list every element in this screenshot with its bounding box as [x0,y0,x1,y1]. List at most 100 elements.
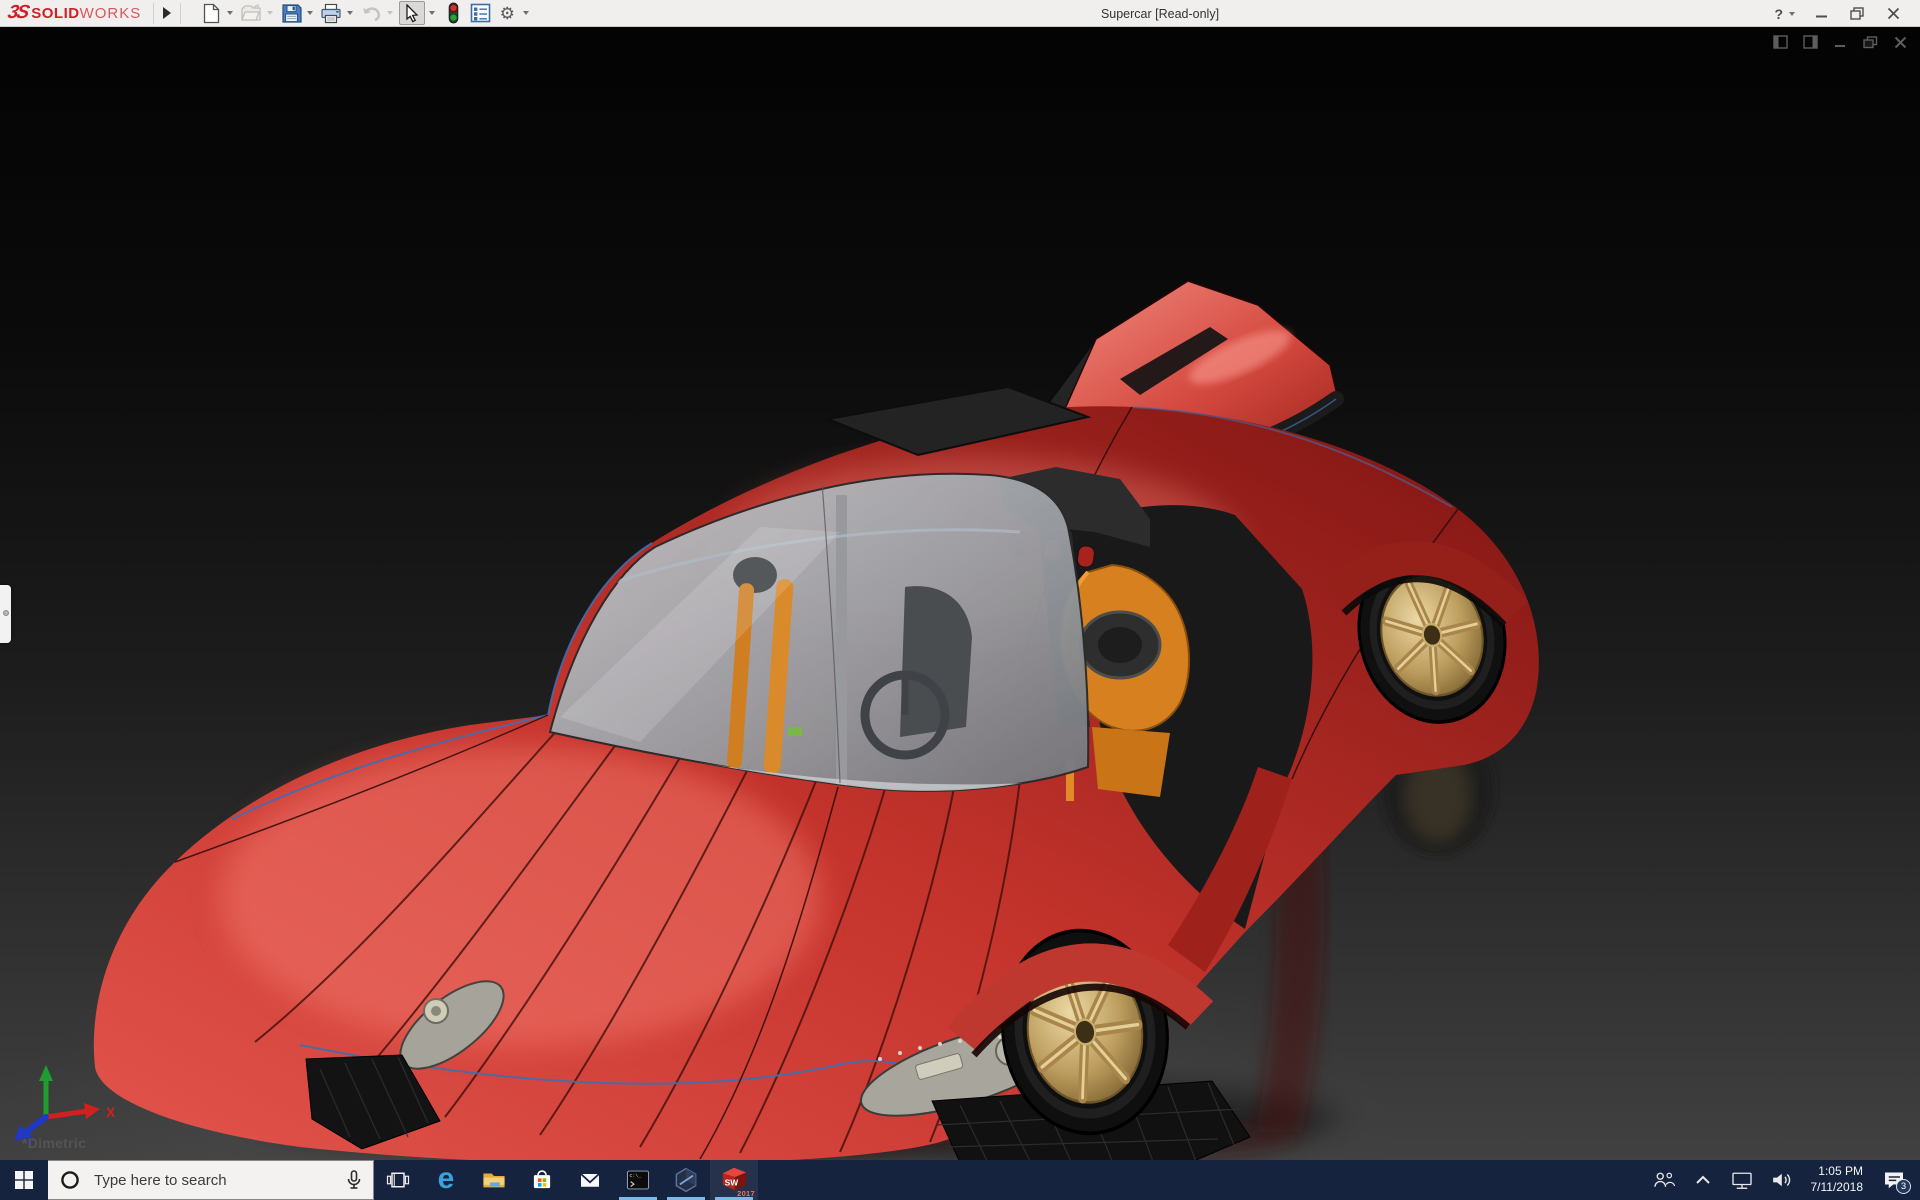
taskbar-app-solidworks[interactable]: SW 2017 [710,1160,758,1200]
dassault-3s-icon: 3S [6,2,30,24]
save-button[interactable] [279,1,303,25]
network-button[interactable] [1727,1160,1757,1200]
brand-solid: SOLID [31,5,79,22]
panel-right-icon [1803,35,1818,49]
minimize-button[interactable] [1808,4,1834,24]
search-input[interactable] [92,1171,345,1190]
start-button[interactable] [0,1160,48,1200]
open-button[interactable] [239,1,263,25]
chevron-down-icon[interactable] [347,11,353,15]
close-icon [1887,7,1900,20]
collapsed-panel-tab[interactable] [0,585,11,643]
network-icon [1730,1169,1754,1191]
orientation-triad: X Z [6,1059,126,1145]
microsoft-store-icon [529,1167,555,1193]
restore-icon [1863,36,1878,49]
undo-button [359,1,383,25]
file-explorer-icon [480,1167,508,1193]
divider [153,3,154,24]
view-orientation-label: *Dimetric [22,1135,86,1151]
taskbar-app-file-explorer[interactable] [470,1160,518,1200]
quick-access-toolbar: ⚙ [199,0,532,27]
chevron-down-icon[interactable] [1789,12,1795,16]
child-close-button[interactable] [1893,35,1908,49]
taskbar-app-edge[interactable]: e [422,1160,470,1200]
chevron-down-icon [267,11,273,15]
tab-grip-icon [3,610,9,616]
options-button[interactable]: ⚙ [495,1,519,25]
edge-icon: e [438,1164,455,1194]
window-title: Supercar [Read-only] [1101,0,1219,27]
menu-flyout-button[interactable] [156,2,178,25]
select-arrow-icon [404,4,420,23]
taskbar-search[interactable] [48,1160,374,1200]
volume-button[interactable] [1766,1160,1796,1200]
child-window-controls [1773,35,1908,49]
action-center-button[interactable]: 3 [1876,1160,1912,1200]
options-gear-icon: ⚙ [500,5,515,22]
windows-logo-icon [15,1171,33,1189]
show-hidden-icons-button[interactable] [1688,1160,1718,1200]
cmd-icon-text: C:\_ [629,1173,641,1179]
divider [180,3,181,24]
mail-icon [576,1168,604,1192]
taskbar-app-command-prompt[interactable]: C:\_ [614,1160,662,1200]
close-button[interactable] [1880,4,1906,24]
hidden-icons-chevron-icon [1694,1173,1712,1187]
windows-taskbar: e C:\_ [0,1160,1920,1200]
print-icon [320,3,342,24]
play-arrow-icon [163,7,171,19]
task-view-icon [385,1168,411,1192]
graphics-viewport[interactable]: X Z *Dimetric [0,27,1920,1160]
minimize-icon [1815,7,1828,20]
command-prompt-icon: C:\_ [624,1167,652,1193]
open-icon [240,3,262,23]
new-document-button[interactable] [199,1,223,25]
child-restore-button[interactable] [1863,35,1878,49]
select-tool-button[interactable] [399,1,425,25]
triad-x-label: X [106,1104,116,1120]
task-view-button[interactable] [374,1160,422,1200]
system-tray: 1:05 PM 7/11/2018 3 [1649,1160,1920,1200]
hexagon-app-icon [672,1166,700,1194]
close-icon [1894,36,1907,49]
chevron-down-icon[interactable] [307,11,313,15]
panel-left-icon [1773,35,1788,49]
panel-left-button[interactable] [1773,35,1788,49]
minimize-icon [1834,36,1847,49]
brand-works: WORKS [80,5,142,22]
solidworks-logo: 3S SOLIDWORKS [0,0,151,27]
panel-right-button[interactable] [1803,35,1818,49]
chevron-down-icon[interactable] [523,11,529,15]
print-button[interactable] [319,1,343,25]
chevron-down-icon[interactable] [429,11,435,15]
rebuild-traffic-light-icon [447,2,460,24]
task-pane-list-icon [470,3,491,23]
notification-badge: 3 [1896,1179,1911,1194]
save-icon [281,3,302,24]
title-bar[interactable]: 3S SOLIDWORKS [0,0,1920,27]
people-button[interactable] [1649,1160,1679,1200]
new-document-icon [202,3,221,24]
sw-icon-letters: SW [725,1178,739,1188]
supercar-3d-model[interactable] [0,27,1920,1160]
help-button[interactable]: ? [1772,6,1785,22]
chevron-down-icon [387,11,393,15]
taskbar-clock[interactable]: 1:05 PM 7/11/2018 [1805,1164,1867,1195]
restore-button[interactable] [1844,4,1870,24]
cortana-circle-icon [60,1170,80,1190]
undo-icon [360,4,382,23]
restore-icon [1850,7,1864,20]
rebuild-button[interactable] [441,1,465,25]
taskbar-app-store[interactable] [518,1160,566,1200]
volume-icon [1768,1169,1794,1191]
child-minimize-button[interactable] [1833,35,1848,49]
chevron-down-icon[interactable] [227,11,233,15]
microphone-icon[interactable] [345,1169,363,1191]
taskbar-app-3d-viewer[interactable] [662,1160,710,1200]
titlebar-controls: ? [1772,0,1906,27]
people-icon [1652,1169,1676,1191]
task-pane-button[interactable] [468,1,492,25]
clock-time: 1:05 PM [1809,1164,1863,1180]
taskbar-app-mail[interactable] [566,1160,614,1200]
